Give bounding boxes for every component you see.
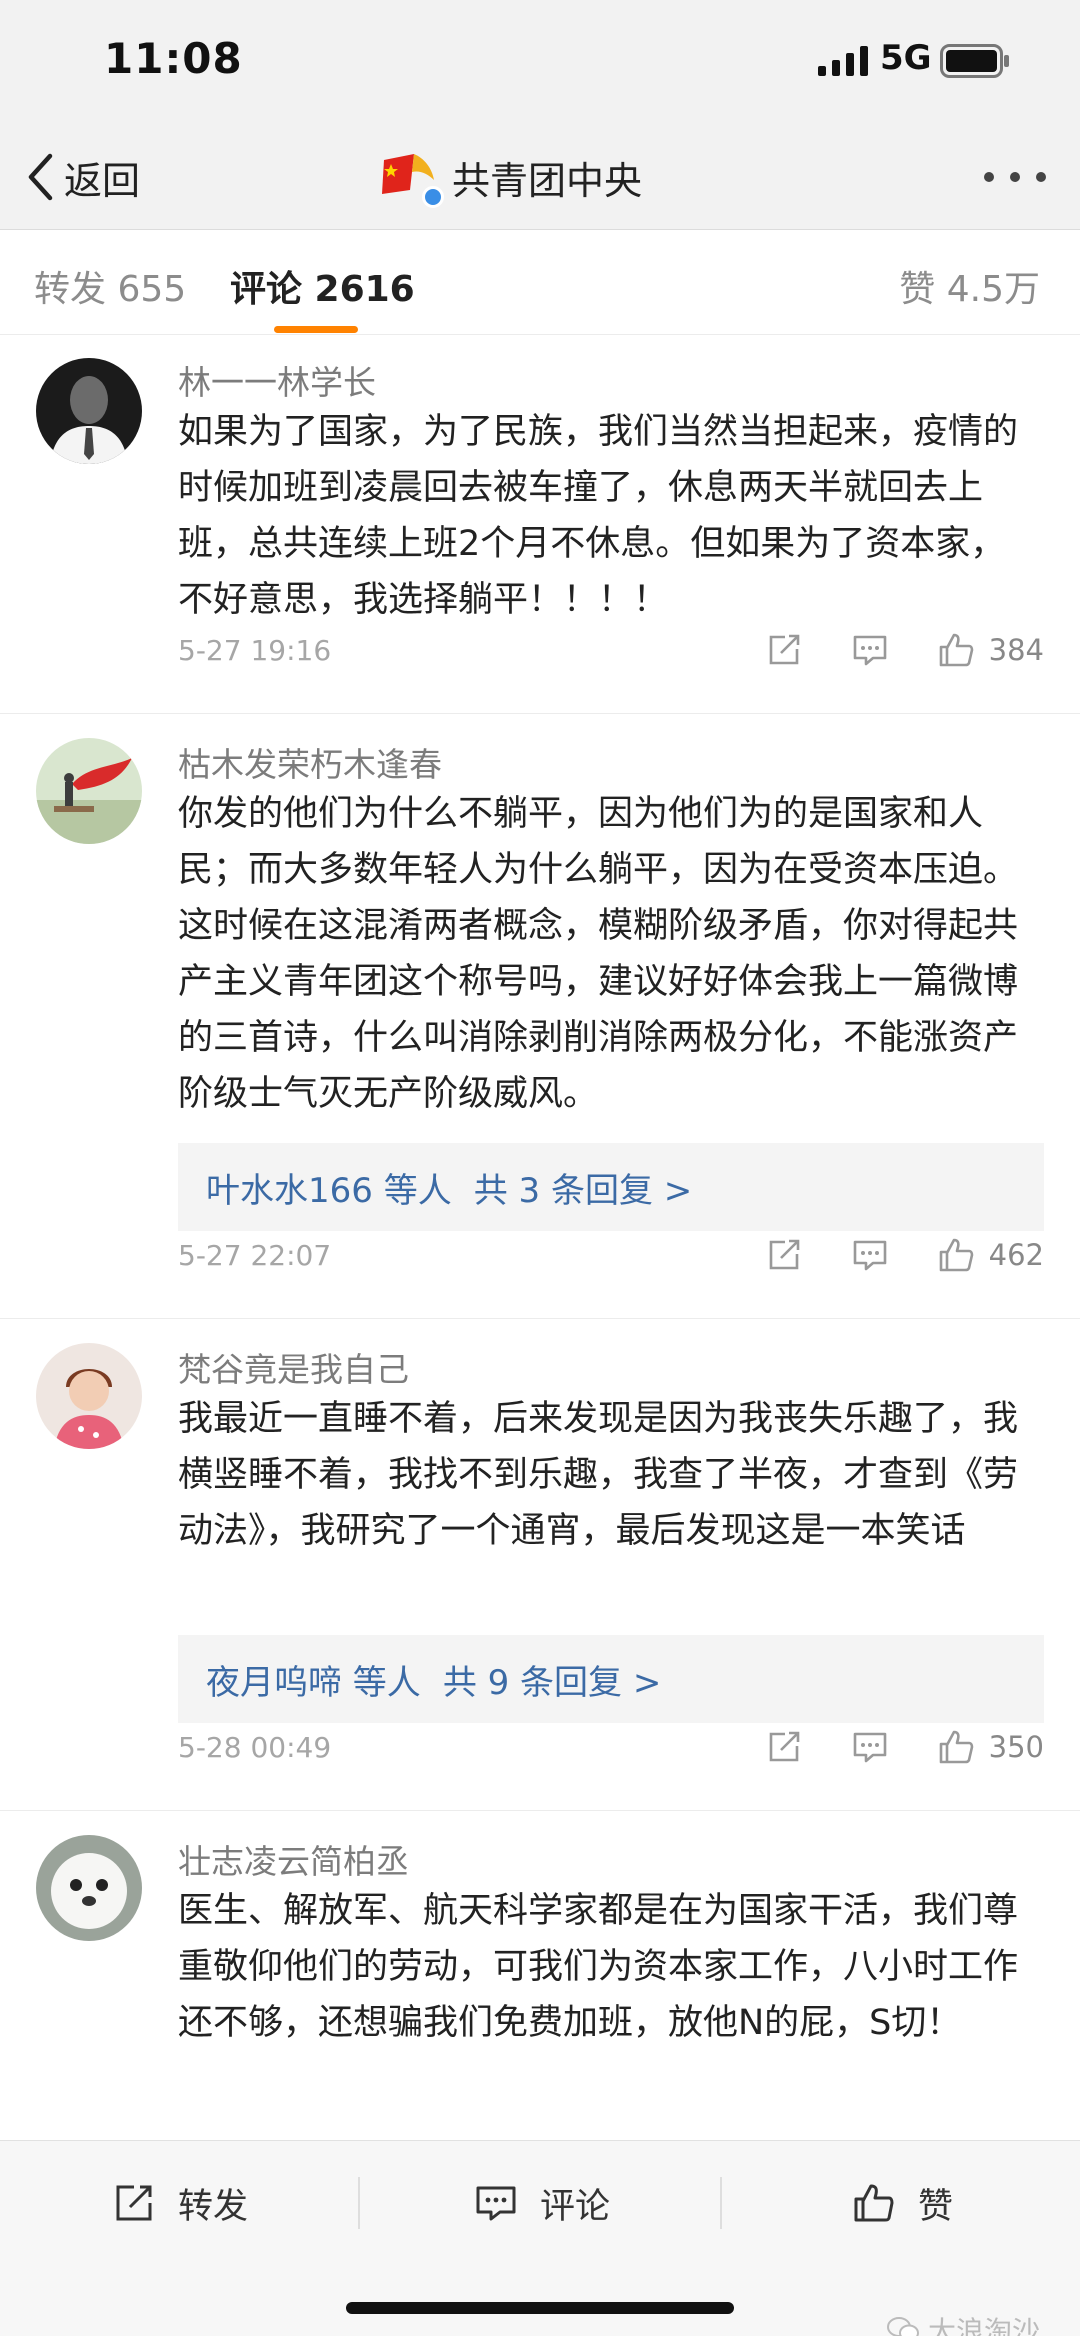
replies-preview[interactable]: 叶水水166 等人 共 3 条回复 > xyxy=(178,1143,1044,1231)
account-header[interactable]: 共青团中央 xyxy=(380,147,643,208)
comment-button[interactable]: 评论 xyxy=(474,2173,610,2233)
like-icon[interactable] xyxy=(937,1236,975,1274)
comment-item: 林一一林学长 如果为了国家，为了民族，我们当然当担起来，疫情的时候加班到凌晨回去… xyxy=(0,336,1080,714)
divider xyxy=(358,2177,360,2229)
active-tab-indicator xyxy=(274,326,358,333)
back-label: 返回 xyxy=(64,158,141,203)
avatar[interactable] xyxy=(36,358,142,464)
chevron-left-icon xyxy=(28,153,53,201)
avatar[interactable] xyxy=(36,738,142,844)
like-icon[interactable] xyxy=(937,1728,975,1766)
like-count: 350 xyxy=(988,1730,1044,1764)
repost-button[interactable]: 转发 xyxy=(112,2173,248,2233)
like-icon[interactable] xyxy=(937,631,975,669)
nav-bar: 返回 共青团中央 xyxy=(0,125,1080,230)
comment-item: 枯木发荣朽木逢春 你发的他们为什么不躺平，因为他们为的是国家和人民；而大多数年轻… xyxy=(0,714,1080,1319)
reply-icon[interactable] xyxy=(851,1236,889,1274)
share-icon[interactable] xyxy=(765,631,803,669)
share-icon[interactable] xyxy=(765,1728,803,1766)
comment-meta: 5-27 22:07 462 xyxy=(178,1230,1044,1280)
comment-username[interactable]: 林一一林学长 xyxy=(178,356,376,404)
avatar[interactable] xyxy=(36,1835,142,1941)
comment-meta: 5-28 00:49 350 xyxy=(178,1722,1044,1772)
comment-item: 壮志凌云简柏丞 医生、解放军、航天科学家都是在为国家干活，我们尊重敬仰他们的劳动… xyxy=(0,1811,1080,2140)
reply-icon[interactable] xyxy=(851,631,889,669)
comment-timestamp: 5-28 00:49 xyxy=(178,1730,332,1764)
comment-label: 评论 xyxy=(540,2186,611,2227)
battery-icon xyxy=(940,44,1009,78)
like-count: 384 xyxy=(988,633,1044,667)
watermark-text: 大浪淘沙 xyxy=(928,2315,1041,2336)
comment-timestamp: 5-27 22:07 xyxy=(178,1238,332,1272)
tab-likes[interactable]: 赞 4.5万 xyxy=(899,260,1040,312)
signal-icon xyxy=(818,46,868,76)
page-title: 共青团中央 xyxy=(452,158,643,203)
reply-icon[interactable] xyxy=(851,1728,889,1766)
share-icon xyxy=(116,2185,152,2221)
replies-users: 夜月呜啼 等人 xyxy=(206,1662,421,1703)
replies-count-link[interactable]: 共 9 条回复 > xyxy=(443,1655,662,1704)
more-options-icon[interactable] xyxy=(984,169,1046,185)
comment-username[interactable]: 梵谷竟是我自己 xyxy=(178,1343,409,1391)
back-button[interactable]: 返回 xyxy=(26,149,140,205)
divider xyxy=(720,2177,722,2229)
thumbs-up-icon xyxy=(854,2184,894,2222)
tab-reposts[interactable]: 转发 655 xyxy=(34,260,186,312)
repost-label: 转发 xyxy=(178,2186,249,2227)
status-time: 11:08 xyxy=(104,34,243,83)
comment-text: 你发的他们为什么不躺平，因为他们为的是国家和人民；而大多数年轻人为什么躺平，因为… xyxy=(178,794,1019,1114)
wechat-icon xyxy=(887,2317,919,2336)
comment-text: 我最近一直睡不着，后来发现是因为我丧失乐趣了，我横竖睡不着，我找不到乐趣，我查了… xyxy=(178,1399,1019,1551)
verified-badge-icon xyxy=(422,186,444,208)
comment-username[interactable]: 壮志凌云简柏丞 xyxy=(178,1835,409,1883)
comment-meta: 5-27 19:16 384 xyxy=(178,625,1044,675)
watermark: 大浪淘沙 xyxy=(886,2310,1040,2336)
comment-item: 梵谷竟是我自己 我最近一直睡不着，后来发现是因为我丧失乐趣了，我横竖睡不着，我找… xyxy=(0,1319,1080,1811)
avatar[interactable] xyxy=(36,1343,142,1449)
status-bar: 11:08 5G xyxy=(0,0,1080,125)
replies-preview[interactable]: 夜月呜啼 等人 共 9 条回复 > xyxy=(178,1635,1044,1723)
comment-username[interactable]: 枯木发荣朽木逢春 xyxy=(178,738,442,786)
like-button[interactable]: 赞 xyxy=(852,2173,953,2233)
share-icon[interactable] xyxy=(765,1236,803,1274)
home-indicator xyxy=(346,2302,734,2314)
comment-timestamp: 5-27 19:16 xyxy=(178,633,332,667)
network-label: 5G xyxy=(880,38,932,78)
tab-comments[interactable]: 评论 2616 xyxy=(230,260,415,312)
replies-count-link[interactable]: 共 3 条回复 > xyxy=(474,1163,693,1212)
replies-users: 叶水水166 等人 xyxy=(206,1170,452,1211)
like-label: 赞 xyxy=(918,2186,954,2227)
comment-text: 如果为了国家，为了民族，我们当然当担起来，疫情的时候加班到凌晨回去被车撞了，休息… xyxy=(178,412,1019,620)
comment-icon xyxy=(476,2186,516,2221)
comment-text: 医生、解放军、航天科学家都是在为国家干活，我们尊重敬仰他们的劳动，可我们为资本家… xyxy=(178,1891,1019,2043)
tab-bar: 转发 655 评论 2616 赞 4.5万 xyxy=(0,230,1080,335)
like-count: 462 xyxy=(988,1238,1044,1272)
account-logo xyxy=(380,150,444,208)
